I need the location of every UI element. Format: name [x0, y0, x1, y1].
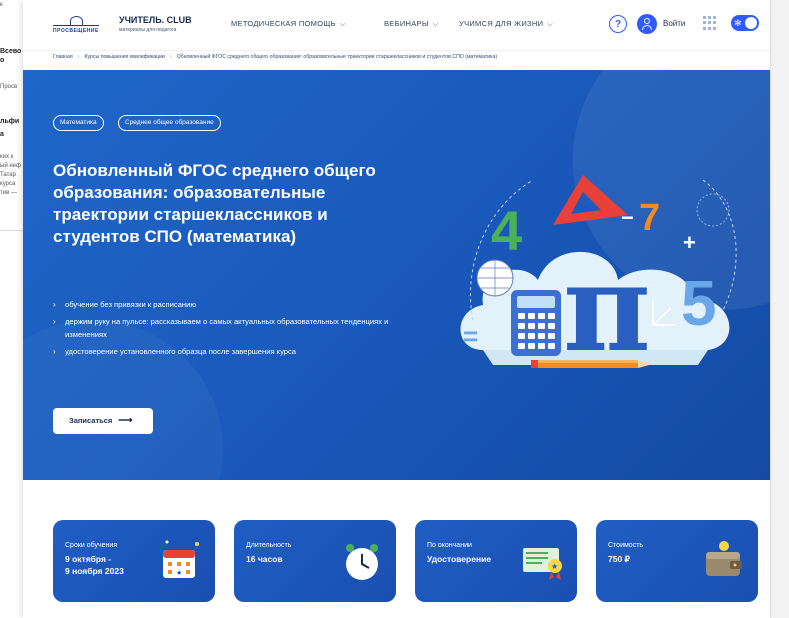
bg-text-fragment: ый неф	[0, 163, 21, 169]
bg-text-fragment: тив —	[0, 190, 17, 196]
bg-text-fragment: Всево	[0, 48, 22, 55]
nav-label: ВЕБИНАРЫ	[384, 19, 429, 28]
svg-text:★: ★	[551, 562, 558, 571]
chevron-right-icon: ›	[53, 347, 56, 356]
toggle-knob	[745, 17, 757, 29]
digit-four: 4	[491, 199, 522, 262]
bg-text-fragment: ких к	[0, 154, 14, 160]
nav-item-webinars[interactable]: ВЕБИНАРЫ ⌵	[384, 19, 438, 29]
chevron-down-icon: ⌵	[432, 21, 439, 28]
enroll-button-label: Записаться	[69, 416, 113, 425]
bg-text-fragment: льфи	[0, 118, 20, 125]
card-label: Сроки обучения	[65, 542, 118, 549]
hero-banner: Математика Среднее общее образование Обн…	[23, 70, 770, 480]
pi-symbol: π	[563, 238, 651, 379]
logo-text: ПРОСВЕЩЕНИЕ	[53, 28, 99, 34]
calendar-icon: ★	[163, 540, 199, 578]
math-illustration: 4 − 7 + 5 = π	[460, 175, 737, 379]
user-icon-head	[644, 18, 650, 24]
nav-item-learning-for-life[interactable]: УЧИМСЯ ДЛЯ ЖИЗНИ ⌵	[459, 19, 553, 29]
nav-label: МЕТОДИЧЕСКАЯ ПОМОЩЬ	[231, 19, 336, 28]
tag-math[interactable]: Математика	[53, 115, 104, 131]
site-header: ПРОСВЕЩЕНИЕ УЧИТЕЛЬ. CLUB материалы для …	[23, 0, 770, 51]
course-info-cards: Сроки обучения 9 октября - 9 ноября 2023…	[53, 520, 763, 602]
chevron-down-icon: ⌵	[339, 21, 346, 28]
brand-title[interactable]: УЧИТЕЛЬ. CLUB	[119, 15, 192, 25]
chevron-right-icon: ›	[53, 317, 56, 326]
card-completion: По окончании Удостоверение ★	[415, 520, 577, 602]
breadcrumb-home[interactable]: Главная	[53, 54, 73, 60]
svg-text:★: ★	[176, 569, 182, 577]
sphere-sketch	[696, 193, 730, 227]
equals-sign: =	[463, 321, 478, 351]
certificate-icon: ★	[523, 548, 562, 580]
snowflake-icon: ✻	[734, 18, 742, 28]
breadcrumb-separator-icon: ›	[77, 54, 80, 60]
card-value: 9 октября - 9 ноября 2023	[65, 554, 124, 576]
enroll-button[interactable]: Записаться ⟶	[53, 408, 153, 434]
calculator-icon	[511, 290, 561, 356]
list-item: › обучение без привязки к расписанию	[53, 298, 393, 311]
apps-grid-icon[interactable]	[703, 16, 717, 30]
card-value: 16 часов	[246, 554, 283, 564]
list-item: › удостоверение установленного образца по…	[53, 345, 393, 358]
accessibility-toggle[interactable]: ✻	[731, 15, 759, 31]
card-value: Удостоверение	[427, 554, 492, 564]
nav-item-methodical-help[interactable]: МЕТОДИЧЕСКАЯ ПОМОЩЬ ⌵	[231, 19, 346, 29]
minus-sign: −	[621, 205, 634, 230]
bg-text-fragment: курса	[0, 181, 16, 187]
breadcrumb-separator-icon: ›	[169, 54, 172, 60]
breadcrumb-current: Обновленный ФГОС среднего общего образов…	[176, 54, 498, 60]
course-title: Обновленный ФГОС среднего общего образов…	[53, 161, 376, 246]
plus-sign: +	[683, 230, 696, 255]
wallet-icon	[706, 541, 742, 576]
benefit-text: обучение без привязки к расписанию	[65, 300, 197, 309]
nav-label: УЧИМСЯ ДЛЯ ЖИЗНИ	[459, 19, 544, 28]
bg-text-fragment: Татар	[0, 172, 16, 178]
user-icon[interactable]	[637, 14, 657, 34]
user-icon-body	[642, 25, 652, 30]
pencil-icon	[531, 360, 653, 368]
logo-line	[53, 25, 99, 26]
benefit-text: удостоверение установленного образца пос…	[65, 347, 297, 356]
digit-five: 5	[681, 267, 717, 339]
browser-page: ПРОСВЕЩЕНИЕ УЧИТЕЛЬ. CLUB материалы для …	[23, 0, 770, 618]
breadcrumb-courses[interactable]: Курсы повышения квалификации	[84, 54, 164, 60]
card-label: Стоимость	[608, 542, 644, 549]
chevron-right-icon: ›	[53, 300, 56, 309]
course-benefits-list: › обучение без привязки к расписанию › дер…	[53, 298, 393, 362]
right-window-edge	[770, 0, 789, 618]
login-link[interactable]: Войти	[663, 19, 685, 28]
arrow-right-icon: ⟶	[118, 415, 133, 426]
card-length: Длительность 16 часов	[234, 520, 396, 602]
chevron-down-icon: ⌵	[547, 21, 553, 28]
bg-text-fragment: о	[0, 57, 5, 64]
bg-text-fragment: а	[0, 131, 4, 138]
help-button[interactable]: ?	[609, 15, 627, 33]
card-duration-dates: Сроки обучения 9 октября - 9 ноября 2023…	[53, 520, 215, 602]
benefit-text: держим руку на пульсе: рассказываем о са…	[65, 317, 389, 339]
prosveshchenie-logo[interactable]: ПРОСВЕЩЕНИЕ	[53, 14, 99, 36]
brand-subtitle: материалы для педагога	[119, 27, 177, 33]
card-value: 750 ₽	[608, 554, 630, 564]
clock-icon	[346, 544, 378, 580]
bg-text-fragment: Просв	[0, 84, 18, 90]
card-label: По окончании	[427, 542, 472, 549]
card-label: Длительность	[246, 542, 292, 549]
tag-secondary-education[interactable]: Среднее общее образование	[118, 115, 221, 131]
breadcrumb: Главная › Курсы повышения квалификации › Обн…	[53, 54, 497, 60]
digit-seven: 7	[639, 197, 660, 239]
list-item: › держим руку на пульсе: рассказываем о с…	[53, 315, 393, 341]
bg-text-fragment: к	[0, 2, 3, 8]
card-price: Стоимость 750 ₽	[596, 520, 758, 602]
